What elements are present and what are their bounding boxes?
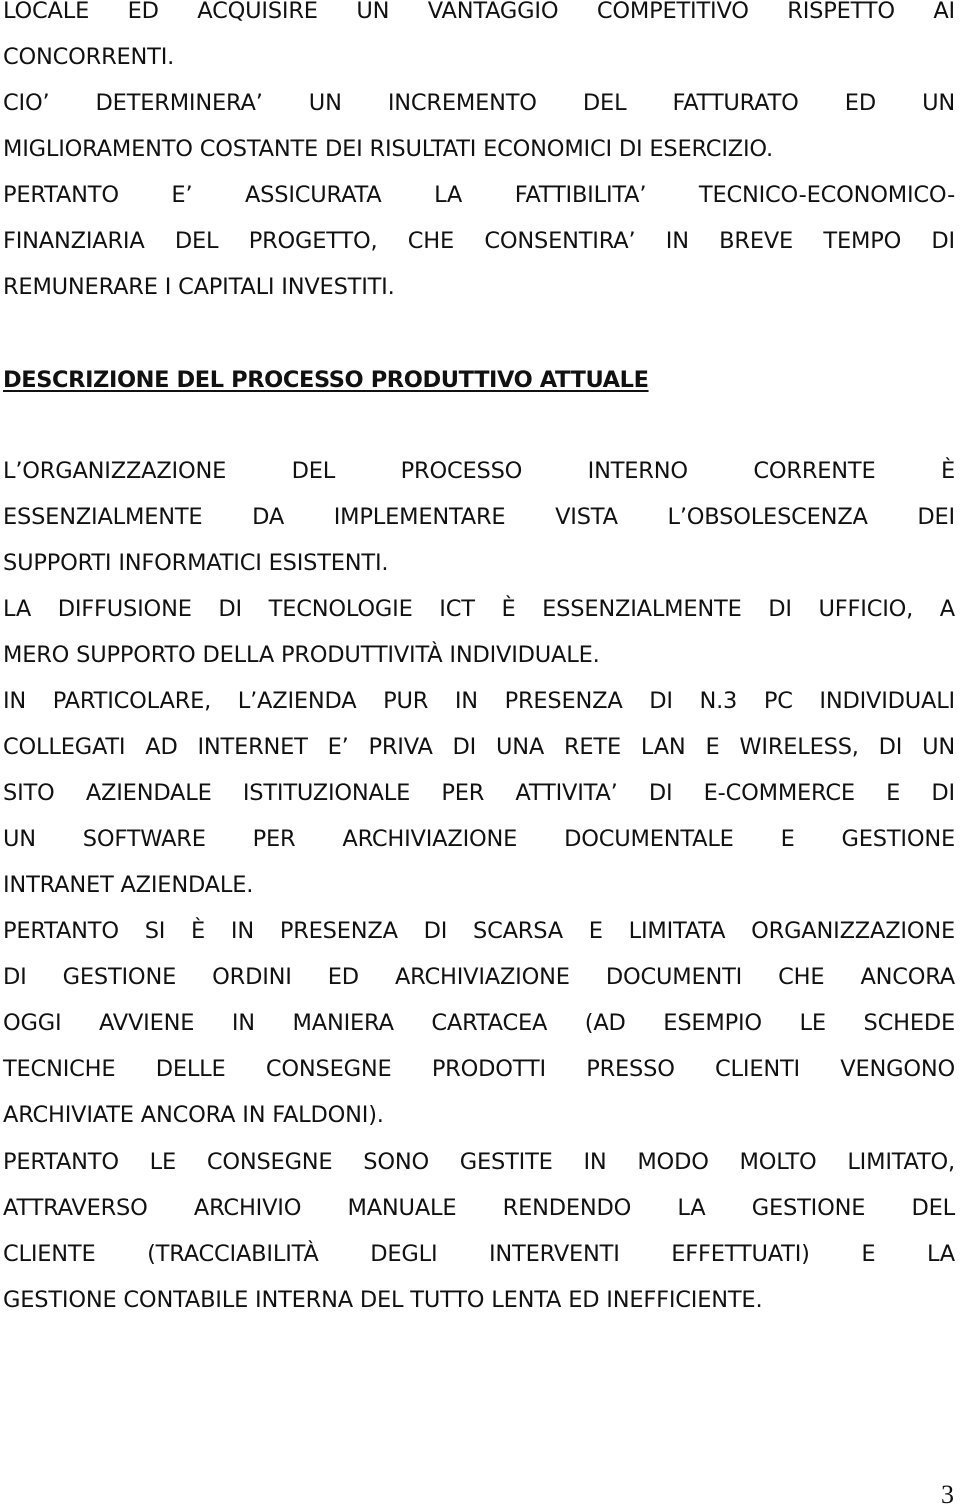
text-line: CONCORRENTI. [3,44,175,70]
text-line: SITO AZIENDALE ISTITUZIONALE PER ATTIVIT… [3,780,955,806]
text-line: COLLEGATI AD INTERNET E’ PRIVA DI UNA RE… [3,734,955,760]
text-line: IN PARTICOLARE, L’AZIENDA PUR IN PRESENZ… [3,688,955,714]
text-line: ATTRAVERSO ARCHIVIO MANUALE RENDENDO LA … [3,1195,955,1221]
text-line: SUPPORTI INFORMATICI ESISTENTI. [3,550,389,576]
text-line: PERTANTO LE CONSEGNE SONO GESTITE IN MOD… [3,1149,955,1175]
text-line: CIO’ DETERMINERA’ UN INCREMENTO DEL FATT… [3,90,955,116]
text-line: MIGLIORAMENTO COSTANTE DEI RISULTATI ECO… [3,136,773,162]
text-line: FINANZIARIA DEL PROGETTO, CHE CONSENTIRA… [3,228,955,254]
page-number: 3 [941,1480,954,1509]
text-line: REMUNERARE I CAPITALI INVESTITI. [3,274,395,300]
text-line: LOCALE ED ACQUISIRE UN VANTAGGIO COMPETI… [3,0,955,24]
text-line: TECNICHE DELLE CONSEGNE PRODOTTI PRESSO … [3,1056,955,1082]
text-line: ESSENZIALMENTE DA IMPLEMENTARE VISTA L’O… [3,504,955,530]
text-line: GESTIONE CONTABILE INTERNA DEL TUTTO LEN… [3,1287,763,1313]
text-line: PERTANTO SI È IN PRESENZA DI SCARSA E LI… [3,918,955,944]
text-line: DI GESTIONE ORDINI ED ARCHIVIAZIONE DOCU… [3,964,955,990]
text-line: PERTANTO E’ ASSICURATA LA FATTIBILITA’ T… [3,182,955,208]
text-line: L’ORGANIZZAZIONE DEL PROCESSO INTERNO CO… [3,458,955,484]
section-heading: DESCRIZIONE DEL PROCESSO PRODUTTIVO ATTU… [3,367,649,393]
text-line: ARCHIVIATE ANCORA IN FALDONI). [3,1102,384,1128]
text-line: MERO SUPPORTO DELLA PRODUTTIVITÀ INDIVID… [3,642,600,668]
text-line: UN SOFTWARE PER ARCHIVIAZIONE DOCUMENTAL… [3,826,955,852]
text-line: CLIENTE (TRACCIABILITÀ DEGLI INTERVENTI … [3,1241,955,1267]
text-line: OGGI AVVIENE IN MANIERA CARTACEA (AD ESE… [3,1010,955,1036]
text-line: INTRANET AZIENDALE. [3,872,254,898]
text-line: LA DIFFUSIONE DI TECNOLOGIE ICT È ESSENZ… [3,596,955,622]
